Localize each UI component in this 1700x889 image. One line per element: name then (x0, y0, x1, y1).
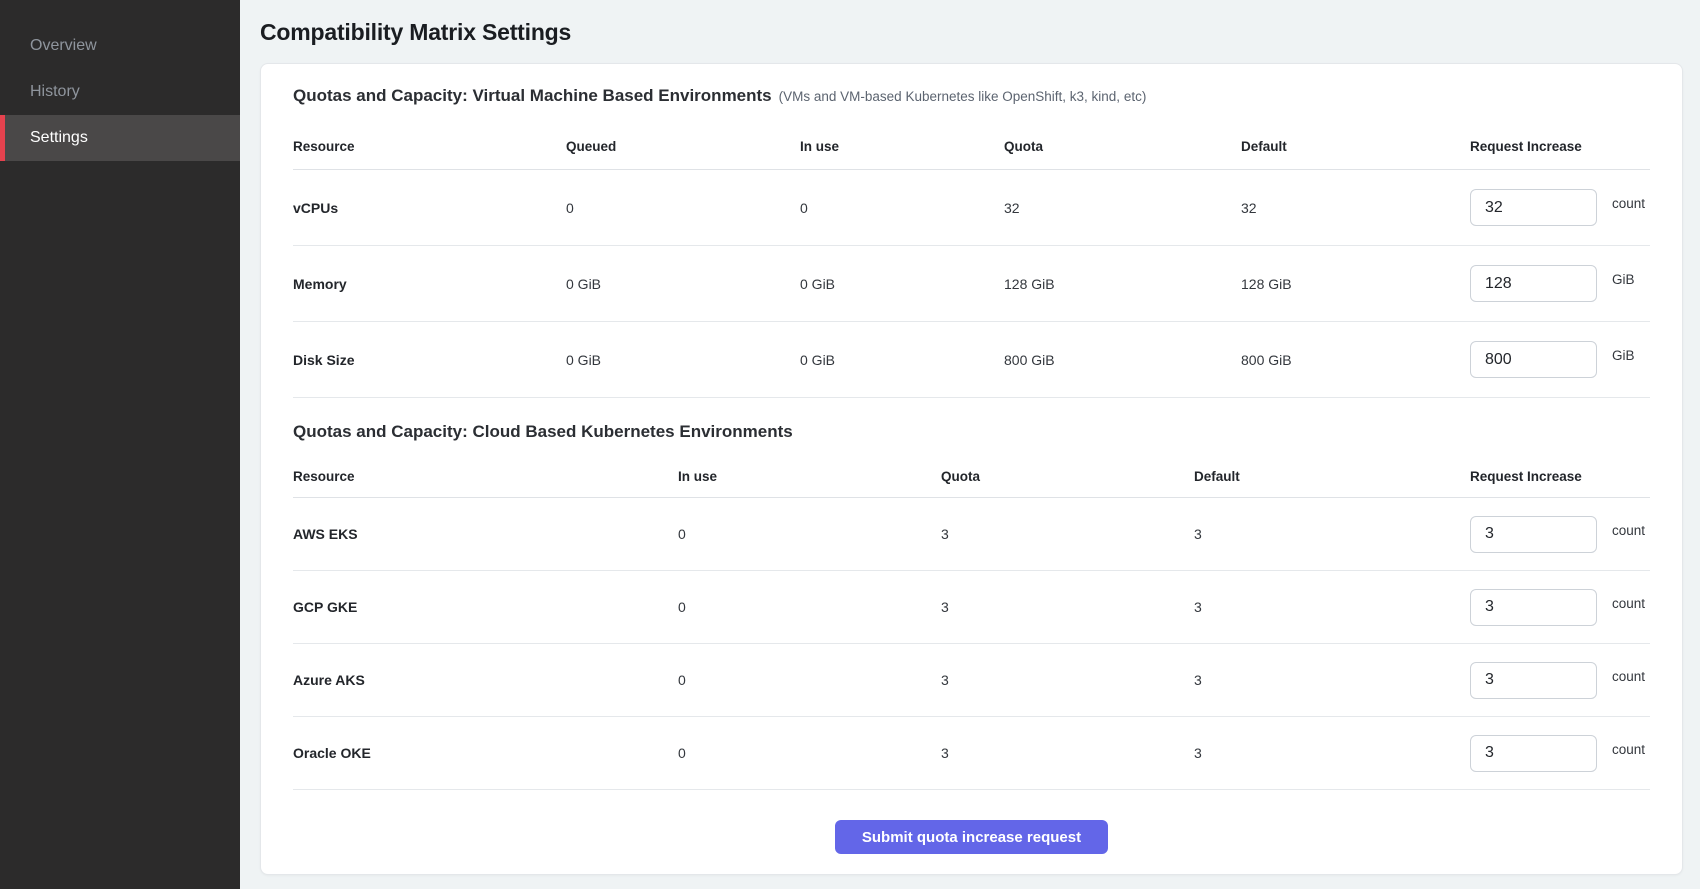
unit-label: count (1612, 596, 1645, 611)
table-row-vcpus: vCPUs 0 0 32 32 count (293, 170, 1650, 246)
quota-value: 3 (941, 526, 1194, 542)
table-row-memory: Memory 0 GiB 0 GiB 128 GiB 128 GiB GiB (293, 246, 1650, 322)
resource-name: vCPUs (293, 200, 566, 216)
quota-value: 800 GiB (1004, 352, 1241, 368)
main-content: Compatibility Matrix Settings Quotas and… (240, 0, 1700, 889)
aws-eks-request-input[interactable] (1470, 516, 1597, 553)
vm-table-header: Resource Queued In use Quota Default Req… (293, 124, 1650, 170)
column-header-in-use: In use (678, 469, 941, 484)
submit-quota-increase-button[interactable]: Submit quota increase request (835, 820, 1108, 854)
quotas-card: Quotas and Capacity: Virtual Machine Bas… (260, 63, 1683, 875)
column-header-resource: Resource (293, 469, 678, 484)
memory-request-input[interactable] (1470, 265, 1597, 302)
in-use-value: 0 (678, 526, 941, 542)
unit-label: GiB (1612, 272, 1635, 287)
table-row-disk-size: Disk Size 0 GiB 0 GiB 800 GiB 800 GiB Gi… (293, 322, 1650, 398)
table-row-gcp-gke: GCP GKE 0 3 3 count (293, 571, 1650, 644)
unit-label: GiB (1612, 348, 1635, 363)
table-row-oracle-oke: Oracle OKE 0 3 3 count (293, 717, 1650, 790)
sidebar: Overview History Settings (0, 0, 240, 889)
oracle-oke-request-input[interactable] (1470, 735, 1597, 772)
in-use-value: 0 GiB (800, 276, 1004, 292)
column-header-quota: Quota (941, 469, 1194, 484)
page-title: Compatibility Matrix Settings (260, 18, 1683, 46)
column-header-queued: Queued (566, 139, 800, 154)
queued-value: 0 GiB (566, 352, 800, 368)
cloud-section-title: Quotas and Capacity: Cloud Based Kuberne… (293, 422, 793, 442)
resource-name: GCP GKE (293, 599, 678, 615)
resource-name: Memory (293, 276, 566, 292)
column-header-default: Default (1241, 139, 1470, 154)
vm-section-title: Quotas and Capacity: Virtual Machine Bas… (293, 86, 772, 106)
cloud-section-header: Quotas and Capacity: Cloud Based Kuberne… (293, 422, 1650, 444)
unit-label: count (1612, 523, 1645, 538)
default-value: 32 (1241, 200, 1470, 216)
in-use-value: 0 (678, 672, 941, 688)
column-header-quota: Quota (1004, 139, 1241, 154)
unit-label: count (1612, 669, 1645, 684)
vm-section-header: Quotas and Capacity: Virtual Machine Bas… (293, 86, 1650, 108)
cloud-table-header: Resource In use Quota Default Request In… (293, 456, 1650, 498)
resource-name: Oracle OKE (293, 745, 678, 761)
quota-value: 3 (941, 745, 1194, 761)
in-use-value: 0 (678, 599, 941, 615)
column-header-resource: Resource (293, 139, 566, 154)
sidebar-item-overview[interactable]: Overview (0, 23, 240, 69)
sidebar-item-history[interactable]: History (0, 69, 240, 115)
default-value: 3 (1194, 672, 1470, 688)
default-value: 128 GiB (1241, 276, 1470, 292)
default-value: 3 (1194, 599, 1470, 615)
in-use-value: 0 (800, 200, 1004, 216)
unit-label: count (1612, 742, 1645, 757)
gcp-gke-request-input[interactable] (1470, 589, 1597, 626)
queued-value: 0 (566, 200, 800, 216)
default-value: 3 (1194, 745, 1470, 761)
column-header-default: Default (1194, 469, 1470, 484)
resource-name: AWS EKS (293, 526, 678, 542)
unit-label: count (1612, 196, 1645, 211)
quota-value: 128 GiB (1004, 276, 1241, 292)
table-row-azure-aks: Azure AKS 0 3 3 count (293, 644, 1650, 717)
quota-value: 3 (941, 672, 1194, 688)
default-value: 3 (1194, 526, 1470, 542)
quota-value: 32 (1004, 200, 1241, 216)
submit-button-row: Submit quota increase request (293, 820, 1650, 854)
vcpus-request-input[interactable] (1470, 189, 1597, 226)
vm-section-subtitle: (VMs and VM-based Kubernetes like OpenSh… (779, 89, 1147, 104)
in-use-value: 0 GiB (800, 352, 1004, 368)
table-row-aws-eks: AWS EKS 0 3 3 count (293, 498, 1650, 571)
resource-name: Disk Size (293, 352, 566, 368)
queued-value: 0 GiB (566, 276, 800, 292)
column-header-request-increase: Request Increase (1470, 139, 1650, 154)
disk-size-request-input[interactable] (1470, 341, 1597, 378)
default-value: 800 GiB (1241, 352, 1470, 368)
azure-aks-request-input[interactable] (1470, 662, 1597, 699)
quota-value: 3 (941, 599, 1194, 615)
sidebar-item-settings[interactable]: Settings (0, 115, 240, 161)
column-header-in-use: In use (800, 139, 1004, 154)
column-header-request-increase: Request Increase (1470, 469, 1650, 484)
resource-name: Azure AKS (293, 672, 678, 688)
in-use-value: 0 (678, 745, 941, 761)
